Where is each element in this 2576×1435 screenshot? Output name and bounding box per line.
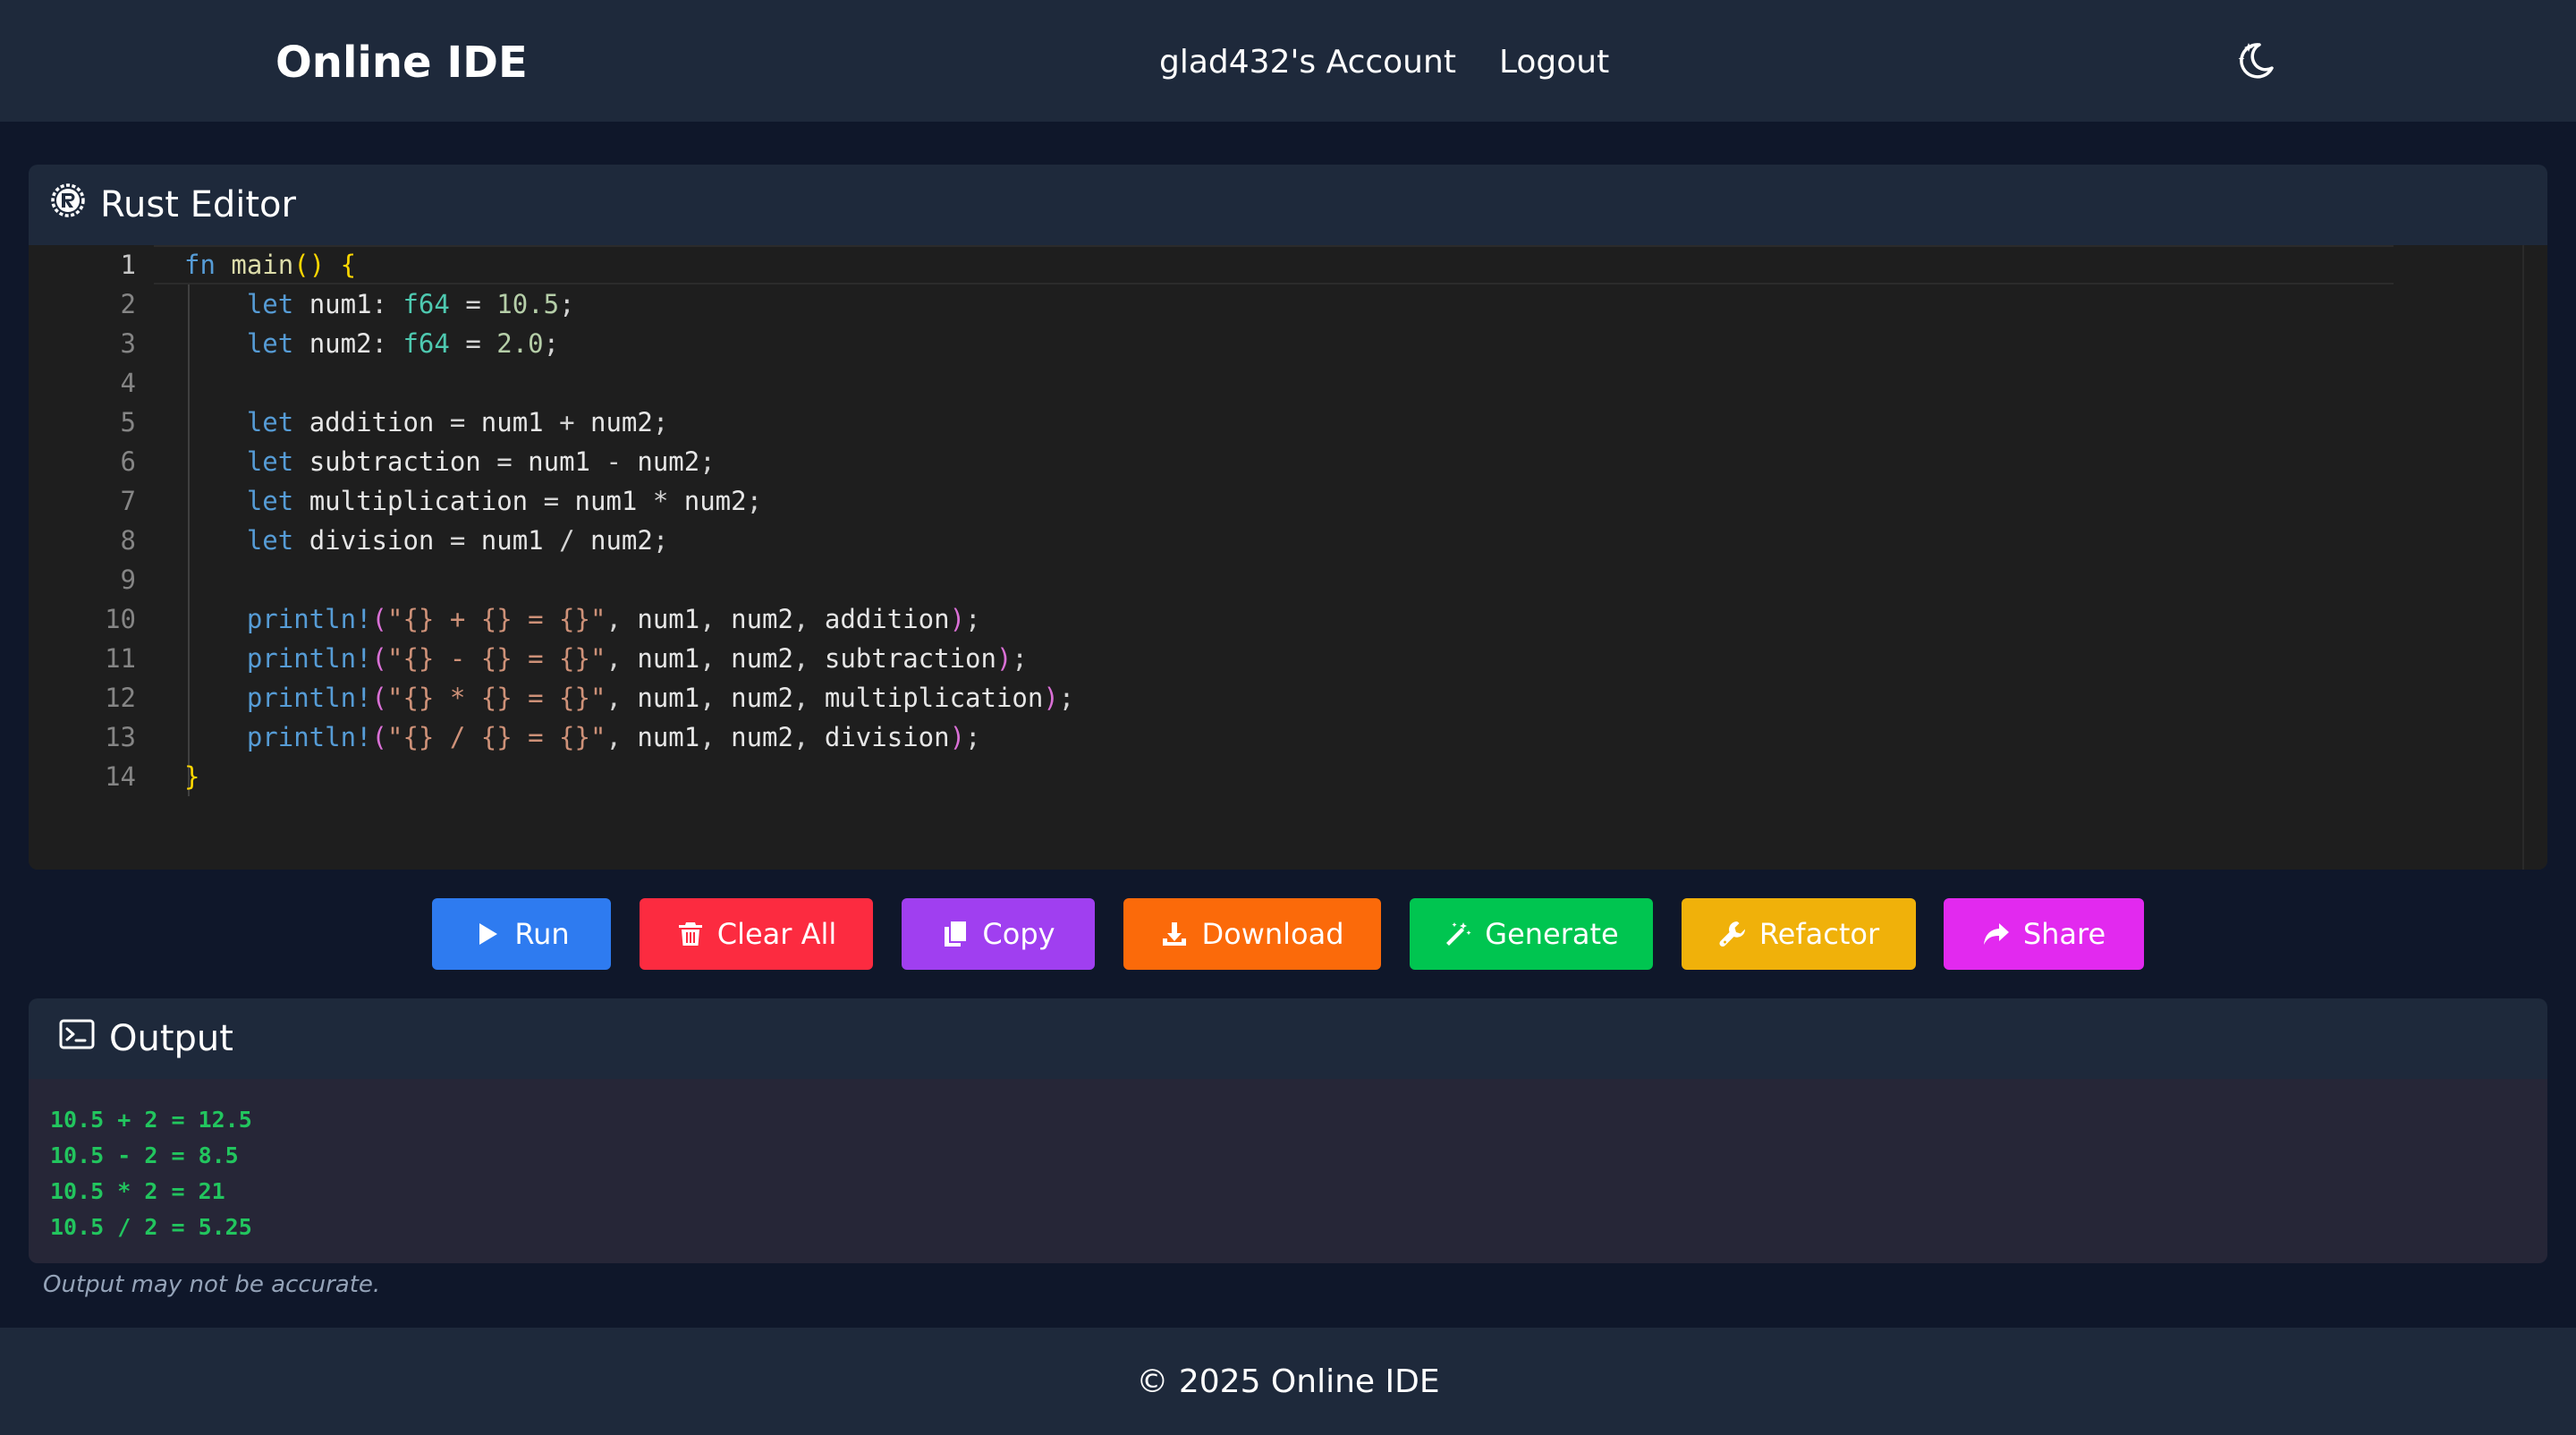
share-button-label: Share [2022, 917, 2106, 951]
generate-button[interactable]: Generate [1410, 898, 1653, 970]
code-line[interactable]: let num2: f64 = 2.0; [184, 324, 559, 363]
line-number: 9 [120, 565, 136, 595]
output-panel: Output 10.5 + 2 = 12.5 10.5 - 2 = 8.5 10… [29, 998, 2547, 1263]
code-line[interactable]: println!("{} * {} = {}", num1, num2, mul… [184, 678, 1074, 718]
editor-title: Rust Editor [100, 184, 296, 225]
share-button[interactable]: Share [1944, 898, 2144, 970]
output-header: Output [29, 998, 2547, 1079]
code-line[interactable]: let num1: f64 = 10.5; [184, 284, 575, 324]
terminal-icon [59, 1016, 95, 1061]
code-line[interactable]: let division = num1 / num2; [184, 521, 668, 560]
copy-button-label: Copy [982, 917, 1055, 951]
editor-header: Rust Editor [29, 165, 2547, 245]
code-line[interactable]: fn main() { [184, 245, 356, 284]
code-line[interactable]: println!("{} + {} = {}", num1, num2, add… [184, 599, 981, 639]
line-number: 3 [120, 328, 136, 359]
output-line: 10.5 - 2 = 8.5 [50, 1142, 239, 1168]
footer-copyright: © 2025 Online IDE [1136, 1363, 1440, 1400]
clear-all-button[interactable]: Clear All [640, 898, 873, 970]
share-arrow-icon [1983, 923, 2009, 945]
play-icon [479, 923, 498, 945]
output-line: 10.5 / 2 = 5.25 [50, 1214, 252, 1240]
line-number: 5 [120, 407, 136, 437]
line-number: 1 [120, 250, 136, 280]
action-toolbar: Run Clear All Copy Download Generate Ref… [0, 898, 2576, 970]
output-disclaimer: Output may not be accurate. [43, 1271, 381, 1298]
download-icon [1163, 922, 1187, 946]
code-line[interactable]: let addition = num1 + num2; [184, 403, 668, 442]
nav-links: glad432's Account Logout [1159, 36, 1609, 89]
moon-stars-icon[interactable] [2233, 36, 2279, 82]
output-line: 10.5 * 2 = 21 [50, 1178, 225, 1204]
download-button[interactable]: Download [1123, 898, 1381, 970]
run-button[interactable]: Run [432, 898, 611, 970]
line-number: 7 [120, 486, 136, 516]
output-line: 10.5 + 2 = 12.5 [50, 1107, 252, 1133]
logout-link[interactable]: Logout [1499, 36, 1609, 89]
line-number-gutter: 1 2 3 4 5 6 7 8 9 10 11 12 13 14 [29, 245, 154, 870]
line-number: 11 [105, 643, 136, 674]
editor-panel: Rust Editor 1 2 3 4 5 6 7 8 9 10 11 12 1… [29, 165, 2547, 870]
code-line[interactable]: println!("{} / {} = {}", num1, num2, div… [184, 718, 981, 757]
output-title: Output [109, 1018, 233, 1059]
top-navbar: Online IDE glad432's Account Logout [0, 0, 2576, 122]
footer: © 2025 Online IDE [0, 1328, 2576, 1435]
run-button-label: Run [514, 917, 570, 951]
magic-wand-icon [1446, 922, 1471, 946]
brand-title[interactable]: Online IDE [275, 34, 528, 91]
copy-button[interactable]: Copy [902, 898, 1095, 970]
download-button-label: Download [1201, 917, 1344, 951]
clear-all-button-label: Clear All [716, 917, 837, 951]
account-link[interactable]: glad432's Account [1159, 36, 1456, 89]
output-console[interactable]: 10.5 + 2 = 12.5 10.5 - 2 = 8.5 10.5 * 2 … [29, 1079, 2547, 1263]
line-number: 2 [120, 289, 136, 319]
line-number: 14 [105, 761, 136, 792]
code-line[interactable]: let multiplication = num1 * num2; [184, 481, 762, 521]
code-line[interactable]: println!("{} - {} = {}", num1, num2, sub… [184, 639, 1028, 678]
line-number: 10 [105, 604, 136, 634]
wrench-icon [1719, 921, 1745, 947]
trash-icon [678, 922, 702, 946]
editor-scrollbar[interactable] [2522, 245, 2547, 870]
line-number: 12 [105, 683, 136, 713]
line-number: 13 [105, 722, 136, 752]
code-editor[interactable]: 1 2 3 4 5 6 7 8 9 10 11 12 13 14 fn main… [29, 245, 2547, 870]
code-line[interactable]: } [184, 757, 199, 796]
generate-button-label: Generate [1485, 917, 1619, 951]
line-number: 8 [120, 525, 136, 556]
copy-icon [945, 921, 967, 947]
line-number: 6 [120, 446, 136, 477]
code-text-area[interactable]: fn main() { let num1: f64 = 10.5; let nu… [154, 245, 2515, 870]
rust-logo-icon [50, 183, 86, 227]
code-line[interactable]: let subtraction = num1 - num2; [184, 442, 716, 481]
line-number: 4 [120, 368, 136, 398]
refactor-button-label: Refactor [1758, 917, 1880, 951]
refactor-button[interactable]: Refactor [1682, 898, 1916, 970]
